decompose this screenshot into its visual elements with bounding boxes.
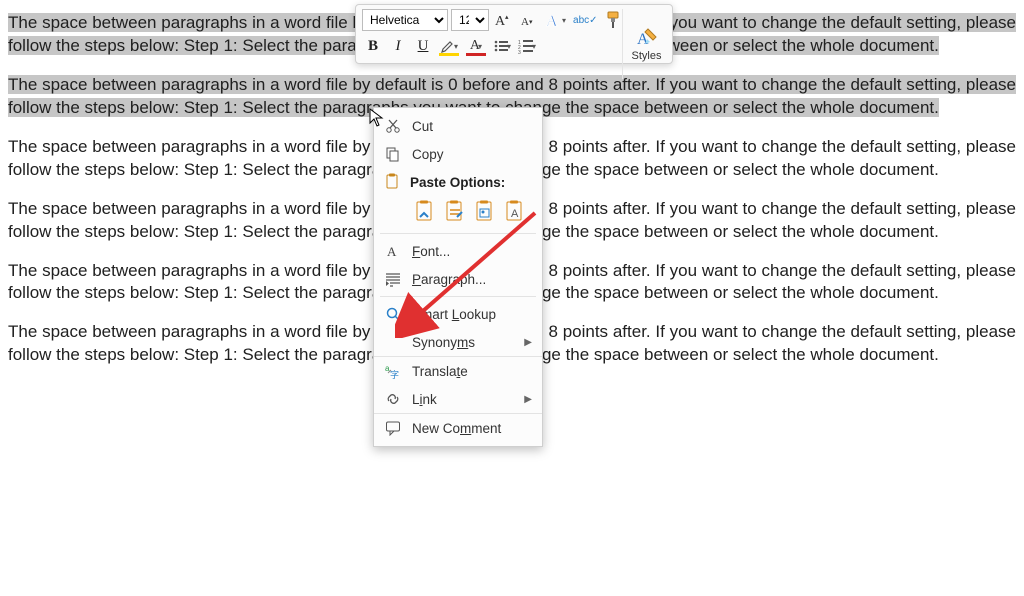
svg-text:A: A xyxy=(546,13,558,30)
chevron-right-icon: ▶ xyxy=(524,337,532,348)
styles-label: Styles xyxy=(632,50,662,62)
italic-button[interactable]: I xyxy=(387,35,409,57)
context-menu: Cut Copy Paste Options: A A Font... xyxy=(373,107,543,447)
translate-icon: a字 xyxy=(384,362,402,380)
menu-copy[interactable]: Copy xyxy=(374,140,542,168)
cursor-icon xyxy=(369,108,385,133)
link-icon xyxy=(384,390,402,408)
text-effects-button[interactable]: A A ▾ xyxy=(542,9,568,31)
cut-icon xyxy=(384,117,402,135)
mini-toolbar: Helvetica 12 A▴ A▾ A A ▾ abc✓ xyxy=(355,4,673,64)
svg-text:A: A xyxy=(521,16,529,28)
grow-font-button[interactable]: A▴ xyxy=(492,9,514,31)
paste-merge-button[interactable] xyxy=(442,198,468,224)
paste-picture-button[interactable] xyxy=(472,198,498,224)
search-icon xyxy=(384,305,402,323)
svg-text:字: 字 xyxy=(390,369,399,379)
chevron-down-icon: ▾ xyxy=(562,16,566,25)
comment-icon xyxy=(384,419,402,437)
menu-paragraph[interactable]: Paragraph... xyxy=(374,265,542,293)
svg-text:▴: ▴ xyxy=(505,14,509,21)
menu-cut[interactable]: Cut xyxy=(374,112,542,140)
paste-keep-source-button[interactable] xyxy=(412,198,438,224)
font-size-select[interactable]: 12 xyxy=(451,9,489,31)
chevron-down-icon: ▾ xyxy=(454,42,458,51)
shrink-font-button[interactable]: A▾ xyxy=(517,9,539,31)
paste-text-only-button[interactable]: A xyxy=(502,198,528,224)
paragraph-icon xyxy=(384,270,402,288)
menu-font[interactable]: A Font... xyxy=(374,237,542,265)
numbering-button[interactable]: 1 2 3 ▾ xyxy=(516,35,538,57)
svg-text:3: 3 xyxy=(518,50,521,54)
bold-button[interactable]: B xyxy=(362,35,384,57)
chevron-right-icon: ▶ xyxy=(524,394,532,405)
highlight-button[interactable]: ▾ xyxy=(437,35,461,57)
font-name-select[interactable]: Helvetica xyxy=(362,9,448,31)
svg-text:▾: ▾ xyxy=(529,19,533,26)
chevron-down-icon: ▾ xyxy=(507,42,511,51)
copy-icon xyxy=(384,145,402,163)
styles-button[interactable]: A Styles xyxy=(622,9,666,79)
menu-smart-lookup[interactable]: Smart Lookup xyxy=(374,300,542,328)
underline-button[interactable]: U xyxy=(412,35,434,57)
chevron-down-icon: ▾ xyxy=(478,42,482,51)
blank-icon xyxy=(384,333,402,351)
menu-translate[interactable]: a字 Translate xyxy=(374,356,542,385)
clear-effects-text[interactable]: abc✓ xyxy=(571,9,600,31)
font-icon: A xyxy=(384,242,402,260)
menu-link[interactable]: Link ▶ xyxy=(374,385,542,413)
bullets-button[interactable]: ▾ xyxy=(491,35,513,57)
svg-text:A: A xyxy=(511,208,519,220)
menu-synonyms[interactable]: Synonyms ▶ xyxy=(374,328,542,356)
svg-text:A: A xyxy=(387,244,397,259)
clipboard-icon xyxy=(384,173,400,192)
font-color-button[interactable]: A ▾ xyxy=(464,35,488,57)
menu-paste-options-header: Paste Options: xyxy=(374,168,542,196)
chevron-down-icon: ▾ xyxy=(532,42,536,51)
menu-new-comment[interactable]: New Comment xyxy=(374,413,542,442)
